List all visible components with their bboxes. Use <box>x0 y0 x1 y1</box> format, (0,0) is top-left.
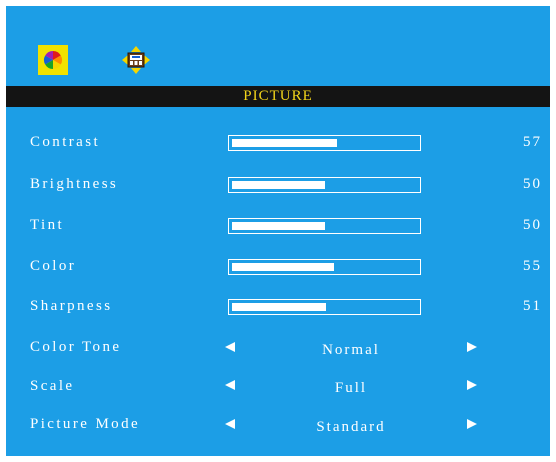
slider-track[interactable] <box>228 135 421 151</box>
tab-picture[interactable] <box>38 45 68 75</box>
arrow-right-icon[interactable] <box>467 419 477 429</box>
slider-track[interactable] <box>228 259 421 275</box>
slider-track[interactable] <box>228 177 421 193</box>
slider-value: 55 <box>523 258 542 274</box>
slider-fill <box>232 181 325 189</box>
slider-fill <box>232 222 325 230</box>
arrow-right-icon[interactable] <box>467 380 477 390</box>
slider-track[interactable] <box>228 218 421 234</box>
arrow-left-icon[interactable] <box>225 419 235 429</box>
arrow-left-icon[interactable] <box>225 380 235 390</box>
title-bar: PICTURE <box>6 86 550 107</box>
tab-bar <box>6 6 550 86</box>
option-value: Normal <box>322 342 380 358</box>
slider-label: Contrast <box>30 134 101 150</box>
arrow-right-icon[interactable] <box>467 342 477 352</box>
slider-fill <box>232 303 326 311</box>
tab-setup[interactable] <box>121 45 151 75</box>
slider-fill <box>232 139 337 147</box>
option-label: Scale <box>30 378 75 394</box>
arrow-left-icon[interactable] <box>225 342 235 352</box>
setup-icon <box>122 46 150 74</box>
option-value: Full <box>334 380 368 396</box>
slider-value: 57 <box>523 134 542 150</box>
option-label: Color Tone <box>30 339 122 355</box>
option-label: Picture Mode <box>30 416 141 432</box>
osd-menu: PICTURE Contrast 57 Brightness 50 Tint 5… <box>6 6 550 456</box>
slider-value: 51 <box>523 298 542 314</box>
slider-value: 50 <box>523 176 542 192</box>
menu-title: PICTURE <box>243 88 313 104</box>
slider-label: Brightness <box>30 176 119 192</box>
slider-label: Sharpness <box>30 298 113 314</box>
slider-label: Tint <box>30 217 65 233</box>
slider-track[interactable] <box>228 299 421 315</box>
slider-fill <box>232 263 334 271</box>
slider-value: 50 <box>523 217 542 233</box>
option-value: Standard <box>316 419 386 435</box>
color-wheel-icon <box>43 51 63 69</box>
slider-label: Color <box>30 258 77 274</box>
